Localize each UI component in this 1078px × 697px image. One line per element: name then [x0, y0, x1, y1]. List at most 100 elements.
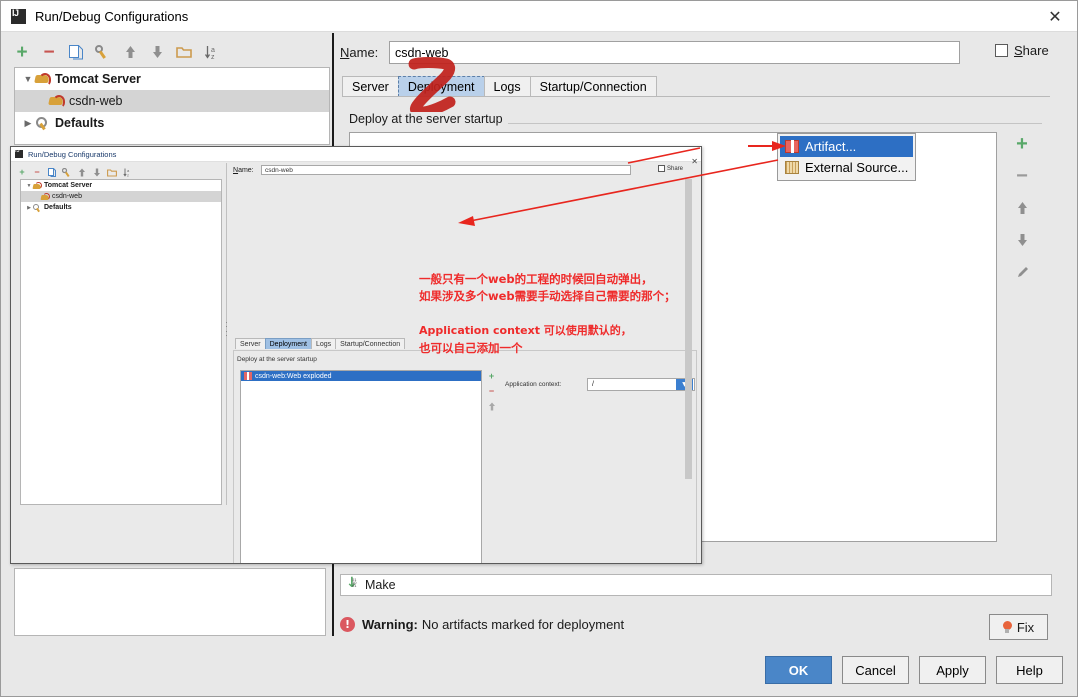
- tab-deployment[interactable]: Deployment: [397, 76, 485, 97]
- ok-button[interactable]: OK: [765, 656, 832, 684]
- menu-item-external-source[interactable]: External Source...: [780, 157, 913, 178]
- tomcat-icon: [35, 72, 51, 86]
- tab-logs[interactable]: Logs: [310, 338, 337, 349]
- external-source-icon: [785, 161, 799, 174]
- share-label: Share: [1014, 43, 1049, 58]
- move-up-icon[interactable]: [77, 167, 87, 177]
- add-artifact-popup-menu: Artifact... External Source...: [777, 133, 916, 181]
- remove-configuration-button[interactable]: −: [40, 43, 58, 62]
- copy-configuration-icon[interactable]: [67, 43, 85, 61]
- deploy-group-label: Deploy at the server startup: [349, 112, 508, 126]
- application-context-label: Application context:: [505, 381, 562, 388]
- before-launch-list[interactable]: Make: [340, 574, 1052, 596]
- list-item-label: Make: [365, 578, 396, 592]
- outer-title-bar: Run/Debug Configurations ✕: [1, 1, 1077, 32]
- share-checkbox[interactable]: [995, 44, 1008, 57]
- tab-server[interactable]: Server: [342, 76, 399, 97]
- sort-alphabetically-icon[interactable]: az: [122, 167, 132, 177]
- move-down-icon[interactable]: [148, 43, 166, 61]
- inner-name-row: Name: csdn-web Share: [233, 165, 693, 176]
- inner-name-input[interactable]: csdn-web: [261, 165, 631, 175]
- tree-row[interactable]: csdn-web: [15, 90, 329, 112]
- tomcat-icon: [41, 192, 50, 201]
- configurations-toolbar: + − az: [9, 39, 333, 65]
- name-label: Name:: [340, 45, 379, 60]
- tree-row[interactable]: csdn-web: [21, 191, 221, 202]
- tab-deployment[interactable]: Deployment: [264, 338, 312, 349]
- list-item[interactable]: Make: [341, 575, 1051, 595]
- configurations-tree[interactable]: ▼ Tomcat Server csdn-web ▶ Defaults: [14, 67, 330, 145]
- chevron-right-icon[interactable]: ▶: [21, 118, 35, 129]
- list-item[interactable]: csdn-web:Web exploded: [241, 371, 481, 381]
- edit-pencil-icon[interactable]: [1012, 263, 1032, 281]
- tree-row[interactable]: ▼ Tomcat Server: [15, 68, 329, 90]
- add-configuration-button[interactable]: +: [13, 43, 31, 62]
- chevron-right-icon[interactable]: ▶: [25, 205, 33, 211]
- edit-defaults-wrench-icon[interactable]: [62, 167, 72, 177]
- share-checkbox-group[interactable]: Share: [995, 43, 1049, 58]
- remove-artifact-button[interactable]: −: [1012, 166, 1032, 186]
- new-folder-icon[interactable]: [175, 43, 193, 61]
- tree-row[interactable]: ▶ Defaults: [15, 112, 329, 134]
- tree-row[interactable]: ▼ Tomcat Server: [21, 180, 221, 191]
- chevron-down-icon[interactable]: ▼: [21, 74, 35, 84]
- move-down-icon[interactable]: [1012, 231, 1032, 249]
- tab-server[interactable]: Server: [235, 338, 266, 349]
- annotation-text-line-3: Application context 可以使用默认的，: [419, 324, 632, 337]
- add-artifact-button[interactable]: +: [1012, 134, 1032, 154]
- tab-startup-connection[interactable]: Startup/Connection: [529, 76, 657, 97]
- help-button[interactable]: Help: [996, 656, 1063, 684]
- add-artifact-button[interactable]: +: [487, 371, 497, 381]
- move-up-icon[interactable]: [121, 43, 139, 61]
- inner-deployment-artifacts-list[interactable]: csdn-web:Web exploded: [240, 370, 482, 563]
- artifact-icon: [785, 140, 799, 153]
- close-icon[interactable]: ✕: [1033, 1, 1077, 31]
- remove-artifact-button[interactable]: −: [487, 386, 497, 396]
- name-input[interactable]: csdn-web: [389, 41, 960, 64]
- sort-alphabetically-icon[interactable]: az: [202, 43, 220, 61]
- annotation-text-line-1: 一般只有一个web的工程的时候回自动弹出，: [419, 272, 653, 286]
- menu-item-label: External Source...: [805, 160, 909, 175]
- tab-startup-connection[interactable]: Startup/Connection: [335, 338, 406, 349]
- inner-scrollbar-thumb[interactable]: [685, 179, 692, 479]
- move-up-icon[interactable]: [487, 401, 497, 411]
- cancel-button[interactable]: Cancel: [842, 656, 909, 684]
- wrench-icon: [35, 116, 50, 130]
- artifact-icon: [244, 372, 252, 380]
- svg-text:z: z: [127, 172, 129, 177]
- share-checkbox[interactable]: [658, 165, 665, 172]
- inner-config-tabs: Server Deployment Logs Startup/Connectio…: [235, 337, 406, 349]
- application-context-combobox[interactable]: / ▼: [587, 378, 695, 391]
- edit-defaults-wrench-icon[interactable]: [94, 43, 112, 61]
- copy-configuration-icon[interactable]: [47, 167, 57, 177]
- move-up-icon[interactable]: [1012, 199, 1032, 217]
- tree-item-label: Tomcat Server: [44, 182, 93, 189]
- name-row: Name: csdn-web Share: [340, 41, 1050, 65]
- apply-button[interactable]: Apply: [919, 656, 986, 684]
- wrench-icon: [33, 203, 42, 212]
- warning-prefix: Warning:: [362, 616, 418, 632]
- warning-icon: !: [340, 616, 355, 632]
- share-label: Share: [667, 165, 684, 172]
- fix-button-label: Fix: [1016, 619, 1035, 635]
- menu-item-artifact[interactable]: Artifact...: [780, 136, 913, 157]
- tab-logs[interactable]: Logs: [483, 76, 531, 97]
- annotation-text-line-2: 如果涉及多个web需要手动选择自己需要的那个；: [419, 289, 676, 303]
- tree-row[interactable]: ▶ Defaults: [21, 202, 221, 213]
- nested-run-debug-configurations-dialog: Run/Debug Configurations ✕ + − az ▼ Tomc…: [10, 146, 702, 564]
- inner-configurations-tree[interactable]: ▼ Tomcat Server csdn-web ▶ Defaults: [20, 179, 222, 505]
- inner-share-checkbox-group[interactable]: Share: [658, 165, 683, 172]
- intellij-logo-icon: [15, 148, 23, 158]
- warning-bar: ! Warning: No artifacts marked for deplo…: [340, 610, 1052, 640]
- new-folder-icon[interactable]: [107, 167, 117, 177]
- inner-deployment-list-toolbar: + −: [485, 371, 498, 431]
- fix-button[interactable]: Fix: [989, 614, 1048, 640]
- page-title: Run/Debug Configurations: [35, 8, 189, 24]
- splitter-grip[interactable]: [224, 322, 229, 336]
- tree-item-label: Defaults: [55, 116, 105, 130]
- config-tabs: Server Deployment Logs Startup/Connectio…: [342, 75, 1050, 97]
- remove-configuration-button[interactable]: −: [32, 167, 42, 177]
- move-down-icon[interactable]: [92, 167, 102, 177]
- tomcat-icon: [49, 94, 65, 108]
- add-configuration-button[interactable]: +: [17, 167, 27, 177]
